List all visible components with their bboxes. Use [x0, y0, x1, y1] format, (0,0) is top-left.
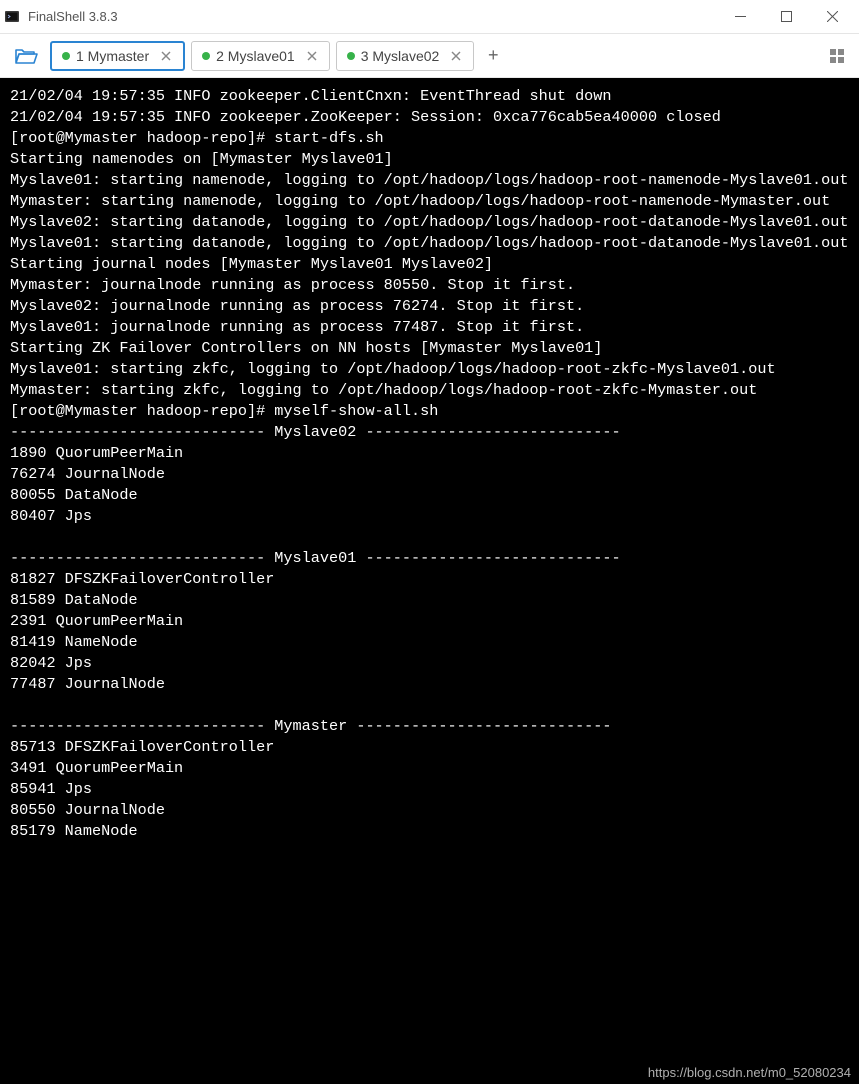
tabbar: 1 Mymaster 2 Myslave01 3 Myslave02 +	[0, 34, 859, 78]
open-folder-button[interactable]	[8, 41, 44, 71]
tab-2-myslave01[interactable]: 2 Myslave01	[191, 41, 330, 71]
tab-1-mymaster[interactable]: 1 Mymaster	[50, 41, 185, 71]
app-title: FinalShell 3.8.3	[28, 9, 118, 24]
terminal-output[interactable]: 21/02/04 19:57:35 INFO zookeeper.ClientC…	[0, 78, 859, 1084]
tab-close-button[interactable]	[449, 49, 463, 63]
add-tab-button[interactable]: +	[480, 43, 506, 69]
titlebar: FinalShell 3.8.3	[0, 0, 859, 34]
watermark: https://blog.csdn.net/m0_52080234	[648, 1065, 851, 1080]
app-icon	[4, 9, 20, 25]
tab-close-button[interactable]	[159, 49, 173, 63]
grid-view-button[interactable]	[823, 42, 851, 70]
status-dot-icon	[202, 52, 210, 60]
tab-label: 1 Mymaster	[76, 48, 149, 64]
status-dot-icon	[62, 52, 70, 60]
tab-close-button[interactable]	[305, 49, 319, 63]
window-close-button[interactable]	[809, 1, 855, 33]
tab-3-myslave02[interactable]: 3 Myslave02	[336, 41, 475, 71]
window-maximize-button[interactable]	[763, 1, 809, 33]
status-dot-icon	[347, 52, 355, 60]
window-minimize-button[interactable]	[717, 1, 763, 33]
tab-label: 2 Myslave01	[216, 48, 295, 64]
tab-label: 3 Myslave02	[361, 48, 440, 64]
